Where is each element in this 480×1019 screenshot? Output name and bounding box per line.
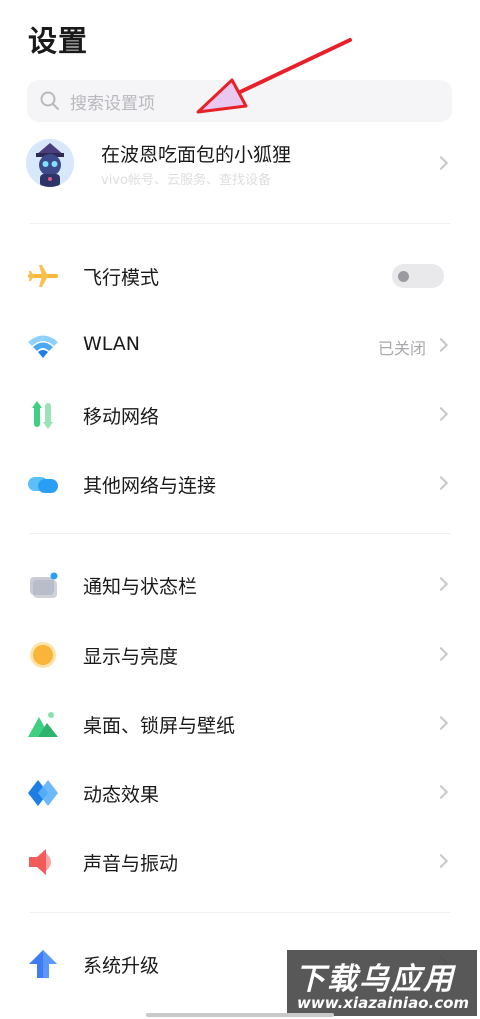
settings-item-wlan[interactable]: WLAN 已关闭 bbox=[0, 314, 480, 376]
settings-item-label: 移动网络 bbox=[83, 406, 160, 428]
settings-item-airplane-mode[interactable]: 飞行模式 bbox=[0, 244, 480, 306]
settings-item-desktop-wallpaper[interactable]: 桌面、锁屏与壁纸 bbox=[0, 692, 480, 754]
search-icon bbox=[40, 91, 59, 110]
chevron-right-icon bbox=[433, 853, 449, 869]
divider bbox=[30, 912, 450, 913]
other-network-icon bbox=[28, 477, 58, 493]
settings-item-notifications[interactable]: 通知与状态栏 bbox=[0, 553, 480, 615]
brightness-icon bbox=[30, 642, 56, 668]
chevron-right-icon bbox=[433, 576, 449, 592]
settings-item-label: 显示与亮度 bbox=[83, 646, 179, 668]
search-placeholder: 搜索设置项 bbox=[70, 93, 155, 114]
settings-item-label: 桌面、锁屏与壁纸 bbox=[83, 715, 236, 737]
chevron-right-icon bbox=[433, 715, 449, 731]
wifi-icon bbox=[28, 335, 58, 358]
settings-item-mobile-network[interactable]: 移动网络 bbox=[0, 383, 480, 445]
account-row[interactable]: 在波恩吃面包的小狐狸 vivo帐号、云服务、查找设备 bbox=[0, 132, 480, 196]
chevron-right-icon bbox=[433, 155, 449, 171]
settings-item-dynamic-effects[interactable]: 动态效果 bbox=[0, 761, 480, 823]
settings-item-label: 声音与振动 bbox=[83, 853, 179, 875]
chevron-right-icon bbox=[433, 784, 449, 800]
settings-item-sound-vibration[interactable]: 声音与振动 bbox=[0, 830, 480, 892]
watermark-title: 下载乌应用 bbox=[295, 962, 455, 997]
account-name: 在波恩吃面包的小狐狸 bbox=[101, 144, 292, 166]
mobile-network-icon bbox=[32, 401, 53, 429]
account-subtitle: vivo帐号、云服务、查找设备 bbox=[101, 173, 271, 188]
settings-item-label: 动态效果 bbox=[83, 784, 160, 806]
system-upgrade-icon bbox=[29, 950, 57, 978]
sound-icon bbox=[29, 849, 51, 875]
wallpaper-icon bbox=[28, 712, 58, 737]
dynamic-effects-icon bbox=[28, 780, 58, 806]
settings-item-label: 飞行模式 bbox=[83, 267, 160, 289]
settings-item-display-brightness[interactable]: 显示与亮度 bbox=[0, 623, 480, 685]
search-input[interactable]: 搜索设置项 bbox=[27, 80, 452, 122]
settings-item-label: 通知与状态栏 bbox=[83, 576, 198, 598]
divider bbox=[30, 533, 450, 534]
avatar bbox=[26, 139, 74, 187]
chevron-right-icon bbox=[433, 646, 449, 662]
divider bbox=[30, 223, 450, 224]
settings-item-other-network[interactable]: 其他网络与连接 bbox=[0, 452, 480, 514]
chevron-right-icon bbox=[433, 406, 449, 422]
watermark-logo: 下载乌应用 www.xiazainiao.com bbox=[287, 950, 477, 1016]
chevron-right-icon bbox=[433, 337, 449, 353]
notification-icon bbox=[30, 572, 58, 598]
watermark-url: www.xiazainiao.com bbox=[297, 994, 470, 1012]
avatar-robot-icon bbox=[26, 139, 74, 187]
settings-item-label: 系统升级 bbox=[83, 955, 160, 977]
wlan-status: 已关闭 bbox=[377, 339, 426, 358]
chevron-right-icon bbox=[433, 475, 449, 491]
page-title: 设置 bbox=[28, 24, 89, 58]
settings-item-label: 其他网络与连接 bbox=[83, 475, 217, 497]
airplane-icon bbox=[28, 265, 58, 287]
home-indicator[interactable] bbox=[146, 1013, 334, 1017]
settings-item-label: WLAN bbox=[83, 333, 141, 355]
airplane-mode-toggle[interactable] bbox=[392, 264, 444, 288]
